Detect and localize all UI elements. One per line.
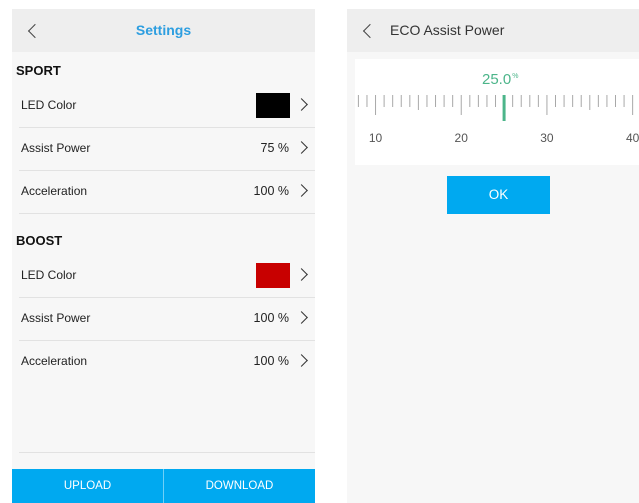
row-value: 100 % <box>253 311 289 325</box>
download-button[interactable]: DOWNLOAD <box>163 469 315 503</box>
row-label: Acceleration <box>21 184 88 198</box>
row-value: 100 % <box>253 184 289 198</box>
ruler-scale[interactable]: 10 20 30 40 <box>355 59 639 165</box>
chevron-right-icon <box>295 268 308 281</box>
row-value: 75 % <box>260 141 290 155</box>
upload-button[interactable]: UPLOAD <box>12 469 163 503</box>
sport-acceleration-row[interactable]: Acceleration 100 % <box>12 170 315 213</box>
page-title: Settings <box>135 22 192 38</box>
divider <box>19 213 315 214</box>
ruler-tick-label: 10 <box>369 131 383 145</box>
back-button[interactable] <box>359 9 389 52</box>
ruler-tick-label: 20 <box>455 131 469 145</box>
eco-assist-power-screen: ECO Assist Power 25.0% 10 20 30 40 OK <box>347 9 639 503</box>
section-title-boost: BOOST <box>16 233 63 248</box>
bottom-action-bar: UPLOAD DOWNLOAD <box>12 469 315 503</box>
sport-led-color-row[interactable]: LED Color <box>12 84 315 127</box>
boost-assist-power-row[interactable]: Assist Power 100 % <box>12 297 315 340</box>
settings-header: Settings <box>12 9 315 52</box>
chevron-right-icon <box>295 184 308 197</box>
value-ruler[interactable]: 25.0% 10 20 30 40 <box>355 59 639 165</box>
section-title-sport: SPORT <box>16 63 61 78</box>
chevron-right-icon <box>295 354 308 367</box>
ruler-tick-label: 40 <box>626 131 639 145</box>
ruler-tick-label: 30 <box>540 131 554 145</box>
row-label: LED Color <box>21 268 77 282</box>
settings-screen: Settings SPORT LED Color Assist Power 75… <box>12 9 315 503</box>
row-label: LED Color <box>21 98 77 112</box>
row-label: Acceleration <box>21 354 88 368</box>
page-title: ECO Assist Power <box>390 22 505 38</box>
ok-button[interactable]: OK <box>447 176 550 214</box>
row-label: Assist Power <box>21 311 91 325</box>
boost-acceleration-row[interactable]: Acceleration 100 % <box>12 340 315 383</box>
chevron-right-icon <box>295 98 308 111</box>
led-color-swatch <box>256 263 290 288</box>
row-label: Assist Power <box>21 141 91 155</box>
chevron-right-icon <box>295 141 308 154</box>
chevron-left-icon <box>362 23 378 38</box>
divider <box>19 452 315 453</box>
row-value: 100 % <box>253 354 289 368</box>
chevron-right-icon <box>295 311 308 324</box>
boost-led-color-row[interactable]: LED Color <box>12 254 315 297</box>
led-color-swatch <box>256 93 290 118</box>
sport-assist-power-row[interactable]: Assist Power 75 % <box>12 127 315 170</box>
eco-header: ECO Assist Power <box>347 9 639 52</box>
